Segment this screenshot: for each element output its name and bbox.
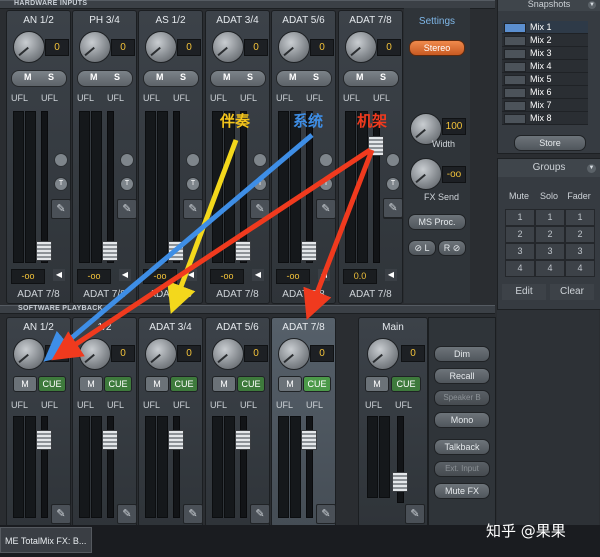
annotation-arrows — [43, 133, 375, 362]
annotation-rack: 机架 — [357, 112, 388, 130]
annotation-system: 系统 — [293, 112, 324, 130]
blue-arrow — [43, 133, 314, 362]
red-arrow-2 — [303, 149, 375, 321]
watermark: 知乎 @果果 — [486, 522, 566, 540]
red-arrow-1 — [51, 147, 372, 361]
annotation-accompaniment: 伴奏 — [220, 112, 251, 130]
yellow-arrow — [167, 139, 239, 315]
taskbar-app-button[interactable]: ME TotalMix FX: B... — [0, 527, 92, 553]
